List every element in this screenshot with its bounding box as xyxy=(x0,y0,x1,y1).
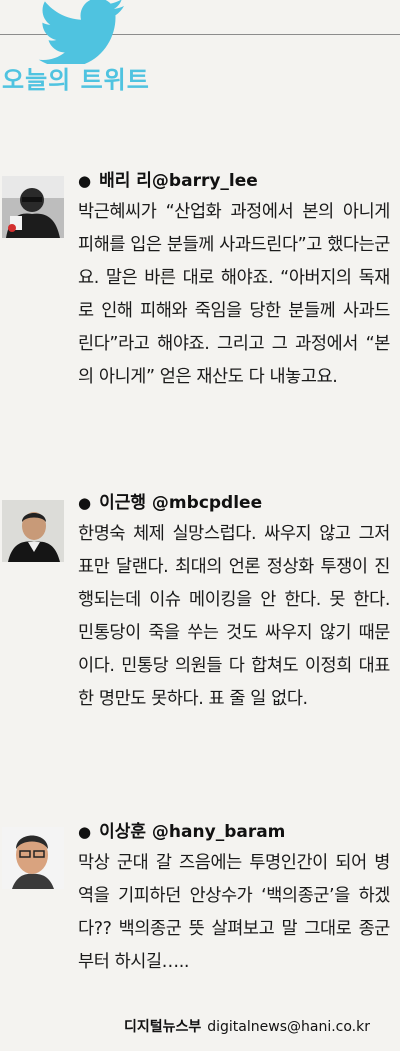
tweet-text: 막상 군대 갈 즈음에는 투명인간이 되어 병역을 기피하던 안상수가 ‘백의종… xyxy=(78,853,390,972)
section-title: 오늘의 트위트 xyxy=(2,66,150,94)
byline-department: 디지털뉴스부 xyxy=(123,1019,202,1035)
avatar xyxy=(2,500,64,562)
avatar xyxy=(2,827,64,889)
author-handle: 이근행 @mbcpdlee xyxy=(99,493,263,513)
author-handle: 이상훈 @hany_baram xyxy=(99,822,286,842)
byline: 디지털뉴스부 digitalnews@hani.co.kr xyxy=(124,1016,370,1036)
tweet-author: ● 이상훈 @hany_baram xyxy=(78,821,285,843)
tweet-author: ● 이근행 @mbcpdlee xyxy=(78,492,262,514)
bullet-icon: ● xyxy=(78,823,92,841)
avatar xyxy=(2,176,64,238)
bullet-icon: ● xyxy=(78,494,92,512)
tweet-text: 한명숙 체제 실망스럽다. 싸우지 않고 그저 표만 달랜다. 최대의 언론 정… xyxy=(78,524,390,709)
twitter-bird-icon xyxy=(38,0,124,64)
byline-email: digitalnews@hani.co.kr xyxy=(207,1019,370,1035)
tweet-author: ● 배리 리@barry_lee xyxy=(78,170,258,192)
section-header: 오늘의 트위트 xyxy=(0,0,400,100)
bullet-icon: ● xyxy=(78,172,92,190)
tweet-text: 박근혜씨가 “산업화 과정에서 본의 아니게 피해를 입은 분들께 사과드린다”… xyxy=(78,202,390,387)
author-handle: 배리 리@barry_lee xyxy=(99,171,258,191)
